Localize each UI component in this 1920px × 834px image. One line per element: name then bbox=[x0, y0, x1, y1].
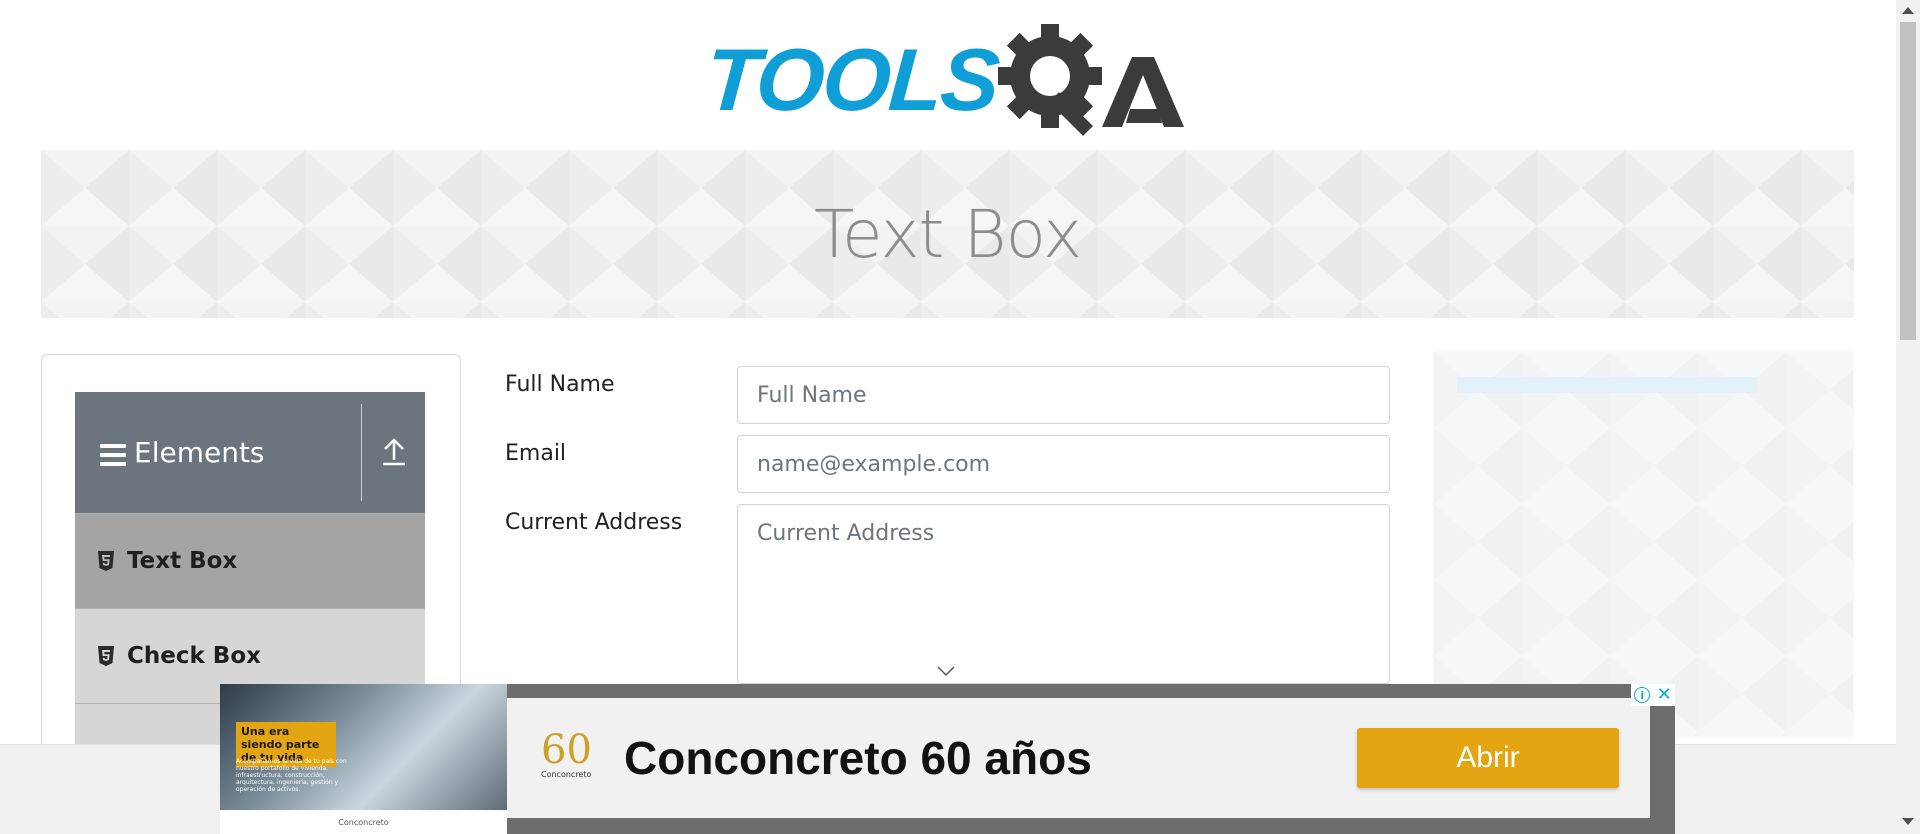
page-scrollbar[interactable] bbox=[1896, 0, 1920, 834]
right-ad-slot[interactable] bbox=[1434, 352, 1853, 736]
ad-logo-brand: Conconcreto bbox=[541, 770, 592, 779]
right-ad-bar bbox=[1457, 377, 1757, 393]
group-title-label: Elements bbox=[134, 436, 265, 469]
email-label: Email bbox=[505, 441, 567, 466]
sidebar-item-label: Check Box bbox=[127, 643, 261, 669]
scroll-down-arrow-icon[interactable] bbox=[1902, 818, 1914, 825]
ad-open-button[interactable]: Abrir bbox=[1357, 728, 1619, 788]
ad-main-panel[interactable]: 60 Conconcreto Conconcreto 60 años Abrir bbox=[507, 698, 1650, 818]
group-header-divider bbox=[361, 404, 362, 501]
page-title: Text Box bbox=[813, 195, 1082, 273]
hamburger-icon bbox=[100, 443, 126, 466]
logo-a-shape bbox=[1101, 57, 1184, 127]
close-icon[interactable]: ✕ bbox=[1657, 686, 1672, 704]
sidebar-item-text-box[interactable]: Text Box bbox=[75, 513, 425, 608]
toolsqa-logo[interactable]: TOOLS bbox=[702, 22, 1192, 138]
ad-photo-footer: Conconcreto bbox=[220, 810, 507, 834]
current-address-textarea[interactable] bbox=[737, 504, 1390, 684]
html5-icon bbox=[98, 646, 114, 666]
ad-choices: i ✕ bbox=[1631, 684, 1675, 706]
right-ad-pattern bbox=[1434, 352, 1853, 736]
ad-photo[interactable]: Una era siendo parte de tu vida Acompaña… bbox=[220, 684, 507, 834]
ad-headline: Conconcreto 60 años bbox=[624, 732, 1092, 784]
full-name-label: Full Name bbox=[505, 372, 615, 397]
info-icon[interactable]: i bbox=[1634, 687, 1651, 703]
chevron-down-icon bbox=[937, 666, 955, 677]
ad-photo-text: Acompañamos la vida de tu país con nuest… bbox=[236, 758, 347, 793]
ad-brand-logo: 60 Conconcreto bbox=[541, 727, 592, 786]
sidebar-group-elements[interactable]: Elements bbox=[75, 392, 425, 513]
bottom-ad-banner[interactable]: Una era siendo parte de tu vida Acompaña… bbox=[220, 684, 1675, 834]
sidebar-item-label: Text Box bbox=[127, 548, 238, 574]
scrollbar-thumb[interactable] bbox=[1900, 22, 1916, 340]
page-banner: Text Box bbox=[41, 150, 1854, 318]
logo-tools-text: TOOLS bbox=[702, 30, 1002, 129]
collapse-up-icon[interactable] bbox=[379, 434, 409, 468]
scroll-up-arrow-icon[interactable] bbox=[1902, 7, 1914, 14]
current-address-label: Current Address bbox=[505, 510, 683, 535]
ad-logo-number: 60 bbox=[541, 727, 592, 773]
html5-icon bbox=[98, 551, 114, 571]
email-input[interactable] bbox=[737, 435, 1390, 493]
group-header-title: Elements bbox=[100, 392, 265, 513]
full-name-input[interactable] bbox=[737, 366, 1390, 424]
